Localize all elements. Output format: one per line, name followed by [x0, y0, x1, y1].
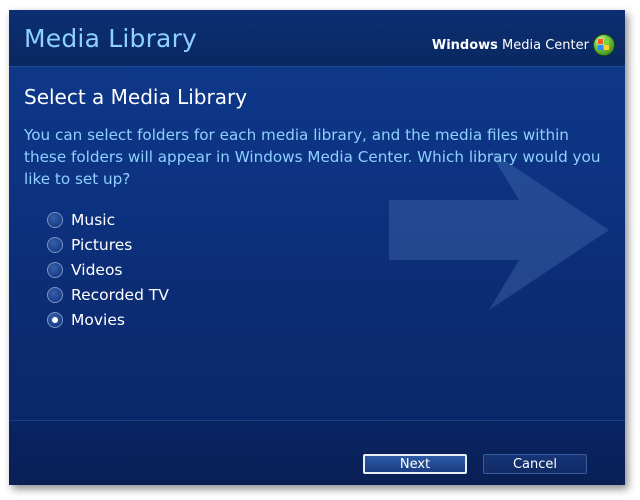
- page-description: You can select folders for each media li…: [24, 126, 601, 188]
- next-button[interactable]: Next: [363, 454, 467, 474]
- option-label: Recorded TV: [71, 285, 169, 304]
- library-options: Music Pictures Videos Recorded TV Movies: [47, 207, 247, 332]
- option-label: Movies: [71, 310, 125, 329]
- bottom-bar: Next Cancel: [9, 420, 625, 485]
- brand-suffix: Media Center: [497, 37, 589, 53]
- title-bar: Media Library Windows Media Center: [9, 10, 625, 66]
- option-label: Music: [71, 210, 116, 229]
- radio-button[interactable]: [47, 211, 63, 228]
- brand-text: Windows Media Center: [432, 38, 589, 53]
- option-music[interactable]: Music: [47, 207, 247, 232]
- radio-button[interactable]: [47, 311, 63, 328]
- brand-prefix: Windows: [431, 37, 498, 53]
- cancel-button[interactable]: Cancel: [483, 454, 587, 474]
- app-title: Media Library: [24, 24, 198, 53]
- windows-logo-icon: [593, 34, 615, 56]
- radio-button[interactable]: [47, 236, 63, 253]
- media-center-window: Media Library Windows Media Center Selec…: [9, 10, 625, 485]
- windows-media-center-brand: Windows Media Center: [432, 34, 615, 56]
- option-label: Pictures: [71, 235, 133, 254]
- option-movies[interactable]: Movies: [47, 307, 247, 332]
- option-label: Videos: [71, 260, 123, 279]
- option-videos[interactable]: Videos: [47, 257, 247, 282]
- radio-button[interactable]: [47, 261, 63, 278]
- radio-button[interactable]: [47, 286, 63, 303]
- title-divider: [9, 66, 625, 67]
- option-pictures[interactable]: Pictures: [47, 232, 247, 257]
- page-title: Select a Media Library: [24, 85, 248, 109]
- option-recorded-tv[interactable]: Recorded TV: [47, 282, 247, 307]
